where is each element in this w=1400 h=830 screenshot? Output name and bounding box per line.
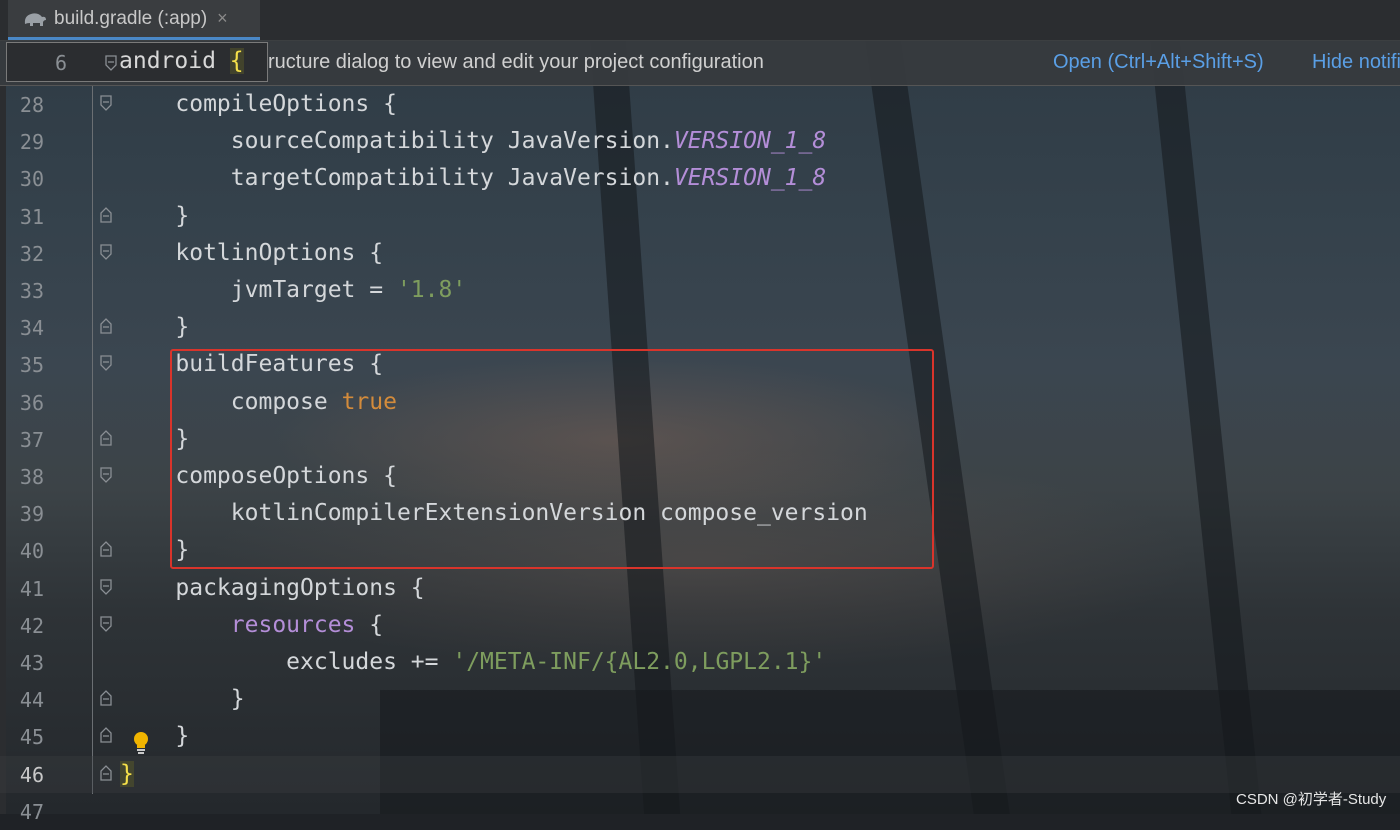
fold-end-icon[interactable]	[100, 690, 112, 706]
line-number: 31	[19, 204, 44, 229]
fold-end-icon[interactable]	[100, 541, 112, 558]
lightbulb-icon[interactable]	[132, 731, 150, 755]
code-text: }	[120, 314, 189, 340]
code-text: }	[120, 203, 189, 229]
tab-build-gradle-app[interactable]: build.gradle (:app) ×	[8, 0, 260, 40]
line-number: 45	[19, 725, 44, 750]
line-number: 47	[19, 799, 44, 824]
line-number: 38	[19, 465, 44, 489]
fold-icon[interactable]	[105, 55, 117, 71]
line-number: 32	[19, 241, 44, 266]
watermark: CSDN @初学者-Study	[1236, 791, 1387, 808]
editor-tab-bar: build.gradle (:app) ×	[0, 0, 1400, 41]
code-line[interactable]: 41 packagingOptions {	[0, 570, 1400, 607]
line-number: 35	[19, 353, 44, 378]
code-token: kotlinOptions {	[120, 239, 384, 266]
code-token-const: VERSION_1_8	[673, 128, 827, 155]
line-number: 43	[19, 651, 44, 675]
code-token: }	[120, 202, 190, 229]
code-line[interactable]: 34 }	[0, 309, 1400, 346]
code-token: packagingOptions {	[120, 574, 425, 601]
line-number: 42	[19, 613, 44, 638]
line-number: 39	[19, 502, 44, 527]
line-number: 40	[19, 539, 44, 564]
sticky-scope-header[interactable]: 6 android {	[6, 42, 268, 82]
code-token: }	[120, 686, 245, 713]
code-line[interactable]: 42 resources {	[0, 607, 1400, 644]
code-text: kotlinOptions {	[120, 240, 383, 266]
code-text: sourceCompatibility JavaVersion.VERSION_…	[120, 128, 826, 154]
code-token: sourceCompatibility JavaVersion.	[120, 128, 674, 155]
notification-message: ructure dialog to view and edit your pro…	[268, 51, 764, 73]
fold-start-icon[interactable]	[100, 578, 112, 595]
code-text: resources {	[120, 612, 383, 638]
tab-title: build.gradle (:app)	[54, 7, 208, 29]
code-text: compileOptions {	[120, 91, 397, 117]
fold-end-icon[interactable]	[100, 318, 112, 334]
fold-start-icon[interactable]	[100, 244, 112, 260]
fold-start-icon[interactable]	[100, 95, 112, 111]
close-icon[interactable]: ×	[217, 8, 228, 29]
code-line[interactable]: 30 targetCompatibility JavaVersion.VERSI…	[0, 160, 1400, 197]
code-line[interactable]: 43 excludes += '/META-INF/{AL2.0,LGPL2.1…	[0, 644, 1400, 681]
code-text: packagingOptions {	[120, 574, 425, 601]
sticky-code: android {	[119, 48, 244, 74]
code-token: {	[355, 611, 384, 638]
fold-start-icon[interactable]	[100, 355, 112, 372]
line-number: 6	[54, 51, 67, 75]
fold-end-icon[interactable]	[100, 764, 112, 781]
line-number: 29	[19, 130, 44, 155]
code-text: }	[120, 760, 134, 787]
code-token: targetCompatibility JavaVersion.	[120, 165, 674, 192]
line-number: 33	[19, 279, 44, 303]
code-line[interactable]: 32 kotlinOptions {	[0, 235, 1400, 272]
code-token: compileOptions {	[120, 91, 397, 117]
code-text: targetCompatibility JavaVersion.VERSION_…	[120, 165, 826, 191]
fold-start-icon[interactable]	[100, 467, 112, 483]
code-token-const: VERSION_1_8	[673, 165, 827, 192]
code-line[interactable]: 46}	[0, 755, 1400, 793]
line-number: 46	[19, 762, 44, 787]
gradle-elephant-icon	[24, 12, 46, 26]
code-token-purp: resources	[230, 611, 356, 638]
code-token: }	[120, 314, 190, 341]
code-token-str: '1.8'	[396, 277, 467, 303]
code-token: jvmTarget =	[120, 277, 397, 303]
line-number: 41	[19, 576, 44, 601]
hide-notification-link[interactable]: Hide notifi	[1312, 51, 1400, 74]
code-line[interactable]: 31 }	[0, 198, 1400, 235]
line-number: 36	[19, 390, 44, 415]
fold-end-icon[interactable]	[100, 206, 112, 223]
fold-end-icon[interactable]	[100, 429, 112, 446]
code-text: jvmTarget = '1.8'	[120, 277, 466, 303]
code-line[interactable]: 45 }	[0, 718, 1400, 755]
line-number: 34	[19, 316, 44, 341]
code-line[interactable]: 47	[0, 793, 1400, 830]
code-line[interactable]: 33 jvmTarget = '1.8'	[0, 272, 1400, 309]
fold-end-icon[interactable]	[100, 727, 112, 744]
code-token: excludes +=	[120, 649, 453, 675]
code-token-yb: }	[120, 760, 134, 787]
line-number: 44	[19, 688, 44, 713]
code-token: }	[120, 723, 190, 750]
code-text: }	[120, 686, 245, 712]
code-line[interactable]: 28 compileOptions {	[0, 86, 1400, 123]
highlight-box	[170, 349, 934, 569]
code-line[interactable]: 44 }	[0, 681, 1400, 718]
line-number: 30	[19, 167, 44, 192]
code-text: excludes += '/META-INF/{AL2.0,LGPL2.1}'	[120, 649, 826, 675]
code-token-str: '/META-INF/{AL2.0,LGPL2.1}'	[452, 649, 827, 675]
code-line[interactable]: 29 sourceCompatibility JavaVersion.VERSI…	[0, 123, 1400, 160]
line-number: 28	[19, 93, 44, 117]
fold-start-icon[interactable]	[100, 616, 112, 632]
line-number: 37	[19, 427, 44, 452]
code-text: }	[120, 723, 189, 749]
open-project-structure-link[interactable]: Open (Ctrl+Alt+Shift+S)	[1053, 51, 1264, 74]
